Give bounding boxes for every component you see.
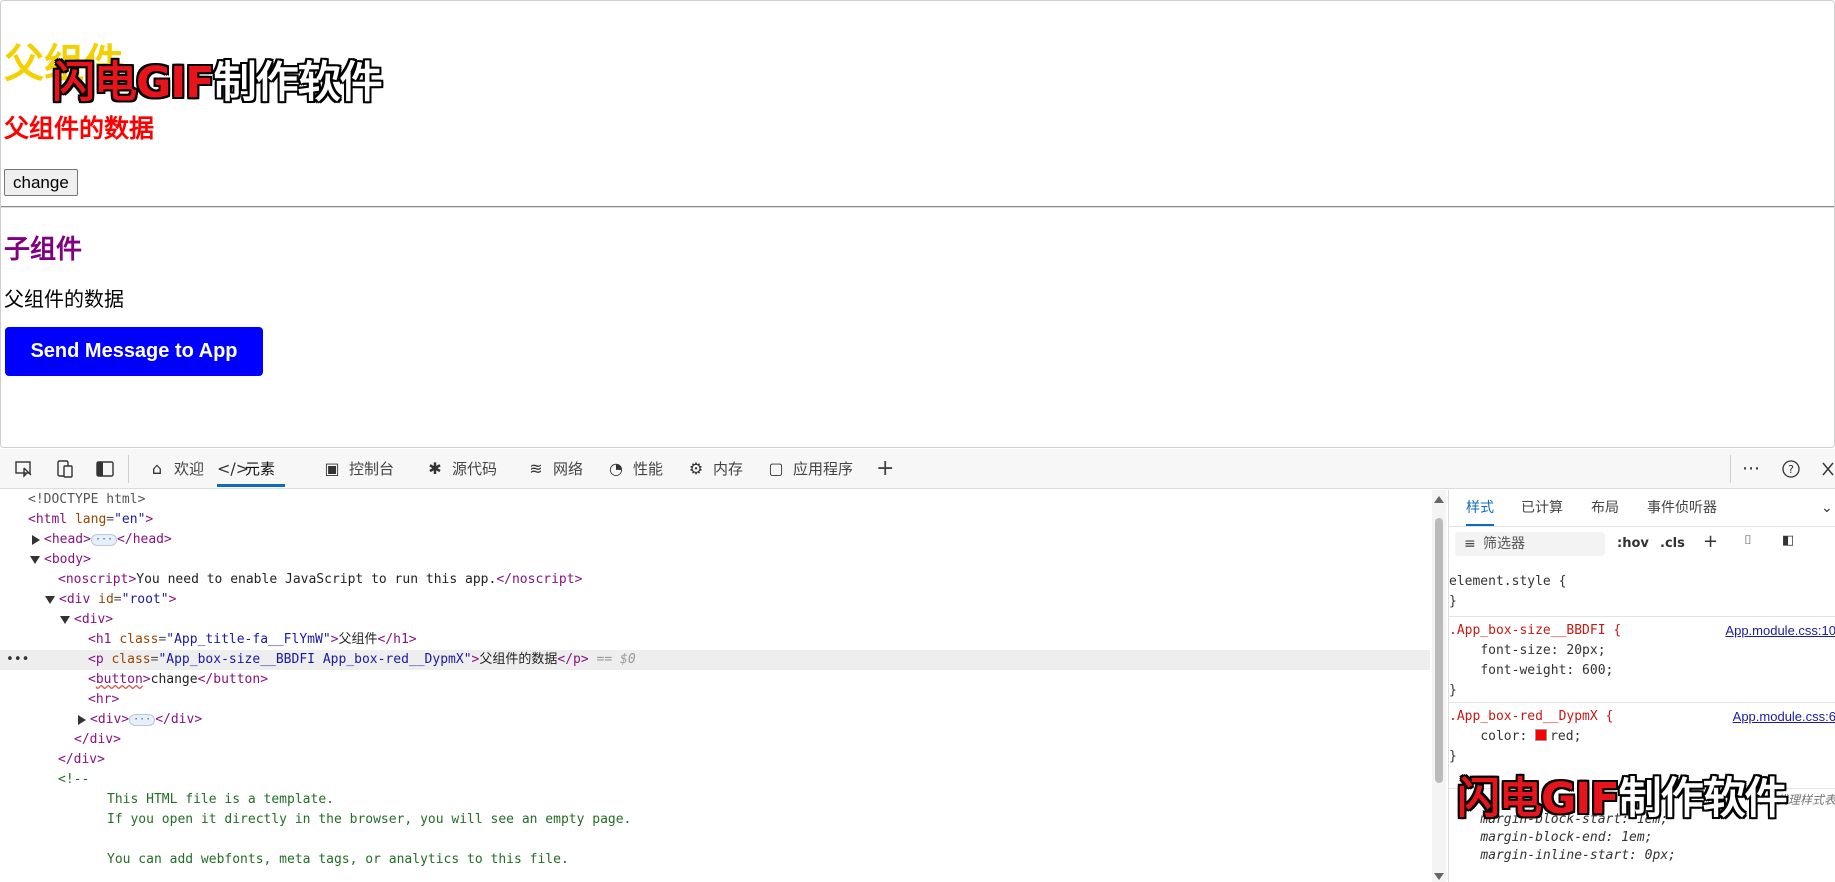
tab-event-listeners[interactable]: 事件侦听器	[1647, 490, 1717, 526]
divider	[1, 206, 1834, 208]
color-swatch[interactable]	[1535, 729, 1548, 741]
app-window-icon: ▢	[768, 459, 784, 478]
dom-node-body[interactable]: <body>	[30, 550, 91, 570]
chevron-down-icon[interactable]: ⌄	[1821, 490, 1833, 526]
dom-comment-line: If you open it directly in the browser, …	[107, 812, 632, 827]
tab-layout[interactable]: 布局	[1591, 490, 1619, 526]
css-rule-box-size: .App_box-size__BBDFI {App.module.css:10 …	[1449, 616, 1835, 701]
dock-side-icon[interactable]	[95, 459, 115, 479]
dom-comment-line: You can add webfonts, meta tags, or anal…	[107, 852, 569, 867]
more-options-icon[interactable]: ⋯	[1742, 449, 1760, 489]
child-title: 子组件	[4, 234, 83, 264]
console-icon: ▣	[324, 459, 340, 478]
dom-node-h1[interactable]: <h1 class="App_title-fa__FlYmW">父组件</h1>	[88, 630, 417, 650]
collapse-triangle-icon[interactable]	[30, 555, 40, 564]
dom-node-div-close[interactable]: </div>	[74, 730, 121, 750]
elements-dom-tree: <!DOCTYPE html> <html lang="en"> <head> ·…	[0, 490, 1432, 882]
add-tab-button[interactable]: +	[876, 449, 894, 489]
dom-node-root-close[interactable]: </div>	[58, 750, 105, 770]
wifi-icon: ≋	[529, 459, 543, 478]
toolbar-separator	[1730, 455, 1731, 483]
tab-memory[interactable]: ⚙ 内存	[685, 449, 743, 489]
tab-welcome[interactable]: ⌂ 欢迎	[146, 449, 204, 489]
send-message-button[interactable]: Send Message to App	[5, 327, 263, 376]
toggle-sidebar-icon[interactable]: ◧	[1782, 533, 1794, 548]
scroll-up-icon[interactable]	[1434, 496, 1444, 503]
watermark-logo-bottom: 闪电GIF制作软件	[1457, 774, 1788, 824]
tab-network[interactable]: ≋ 网络	[525, 449, 583, 489]
code-icon: </>	[217, 459, 250, 478]
ellipsis-icon[interactable]: ···	[90, 533, 118, 546]
dom-node-head[interactable]: <head> ··· </head>	[32, 530, 172, 550]
dom-comment-open[interactable]: <!--	[58, 770, 89, 790]
help-icon[interactable]: ?	[1781, 459, 1801, 479]
dom-node-button[interactable]: <button>change</button>	[88, 670, 268, 690]
tab-elements[interactable]: </>元素	[217, 449, 286, 489]
dom-doctype[interactable]: <!DOCTYPE html>	[28, 490, 145, 510]
parent-data-text: 父组件的数据	[4, 115, 155, 143]
scrollbar-thumb[interactable]	[1435, 518, 1443, 783]
expand-triangle-icon[interactable]	[78, 714, 86, 725]
cls-toggle[interactable]: .cls	[1660, 536, 1685, 551]
bug-icon: ✱	[428, 459, 442, 478]
filter-icon: ≡	[1464, 536, 1476, 552]
inspect-element-icon[interactable]	[14, 459, 34, 479]
device-emulation-icon[interactable]	[55, 459, 75, 479]
new-rule-icon[interactable]: +	[1703, 531, 1718, 552]
collapse-triangle-icon[interactable]	[60, 615, 70, 624]
paint-brush-icon[interactable]: ⌷	[1744, 533, 1752, 548]
dom-node-root-div[interactable]: <div id="root">	[45, 590, 176, 610]
toolbar-separator	[128, 455, 129, 483]
tab-computed[interactable]: 已计算	[1521, 490, 1563, 526]
devtools-toolbar: ⌂ 欢迎 </>元素 ▣ 控制台 ✱ 源代码 ≋ 网络 ◔ 性能 ⚙ 内存 ▢ 应用程序 + …	[0, 449, 1835, 489]
ellipsis-icon[interactable]: ···	[129, 713, 156, 726]
dom-node-p-selected[interactable]: ••• <p class="App_box-size__BBDFI App_box…	[0, 650, 1430, 670]
collapse-triangle-icon[interactable]	[45, 595, 55, 604]
dom-comment-line: This HTML file is a template.	[107, 792, 334, 807]
filter-input[interactable]: ≡ 筛选器	[1455, 532, 1605, 556]
more-actions-icon[interactable]: •••	[6, 650, 29, 670]
change-button[interactable]: change	[4, 169, 78, 196]
elements-scrollbar[interactable]	[1432, 490, 1446, 882]
hov-toggle[interactable]: :hov	[1617, 536, 1649, 551]
styles-tabs: 样式 已计算 布局 事件侦听器 ⌄	[1449, 490, 1835, 527]
svg-text:?: ?	[1788, 463, 1794, 476]
child-data-text: 父组件的数据	[4, 289, 124, 311]
speedometer-icon: ◔	[609, 459, 623, 478]
expand-triangle-icon[interactable]	[32, 534, 40, 545]
scroll-down-icon[interactable]	[1434, 873, 1444, 880]
close-devtools-icon[interactable]	[1818, 459, 1835, 479]
tab-performance[interactable]: ◔ 性能	[605, 449, 663, 489]
styles-filter-bar: ≡ 筛选器 :hov .cls + ⌷ ◧	[1449, 526, 1835, 562]
dom-node-html[interactable]: <html lang="en">	[28, 510, 153, 530]
source-link[interactable]: App.module.css:6	[1733, 707, 1835, 727]
source-link[interactable]: App.module.css:10	[1725, 621, 1835, 641]
dom-node-hr[interactable]: <hr>	[88, 690, 119, 710]
dom-node-div[interactable]: <div>	[60, 610, 113, 630]
dom-node-child-div[interactable]: <div> ··· </div>	[78, 710, 202, 730]
tab-console[interactable]: ▣ 控制台	[321, 449, 394, 489]
dom-node-noscript[interactable]: <noscript>You need to enable JavaScript …	[58, 570, 582, 590]
memory-chip-icon: ⚙	[688, 459, 704, 478]
tab-sources[interactable]: ✱ 源代码	[424, 449, 497, 489]
tab-application[interactable]: ▢ 应用程序	[765, 449, 853, 489]
element-style-rule: element.style { }	[1449, 574, 1567, 609]
home-icon: ⌂	[151, 459, 163, 478]
tab-styles[interactable]: 样式	[1466, 490, 1494, 526]
css-rule-box-red: .App_box-red__DypmX {App.module.css:6 co…	[1449, 702, 1835, 767]
watermark-logo-top: 闪电GIF制作软件	[52, 58, 383, 108]
